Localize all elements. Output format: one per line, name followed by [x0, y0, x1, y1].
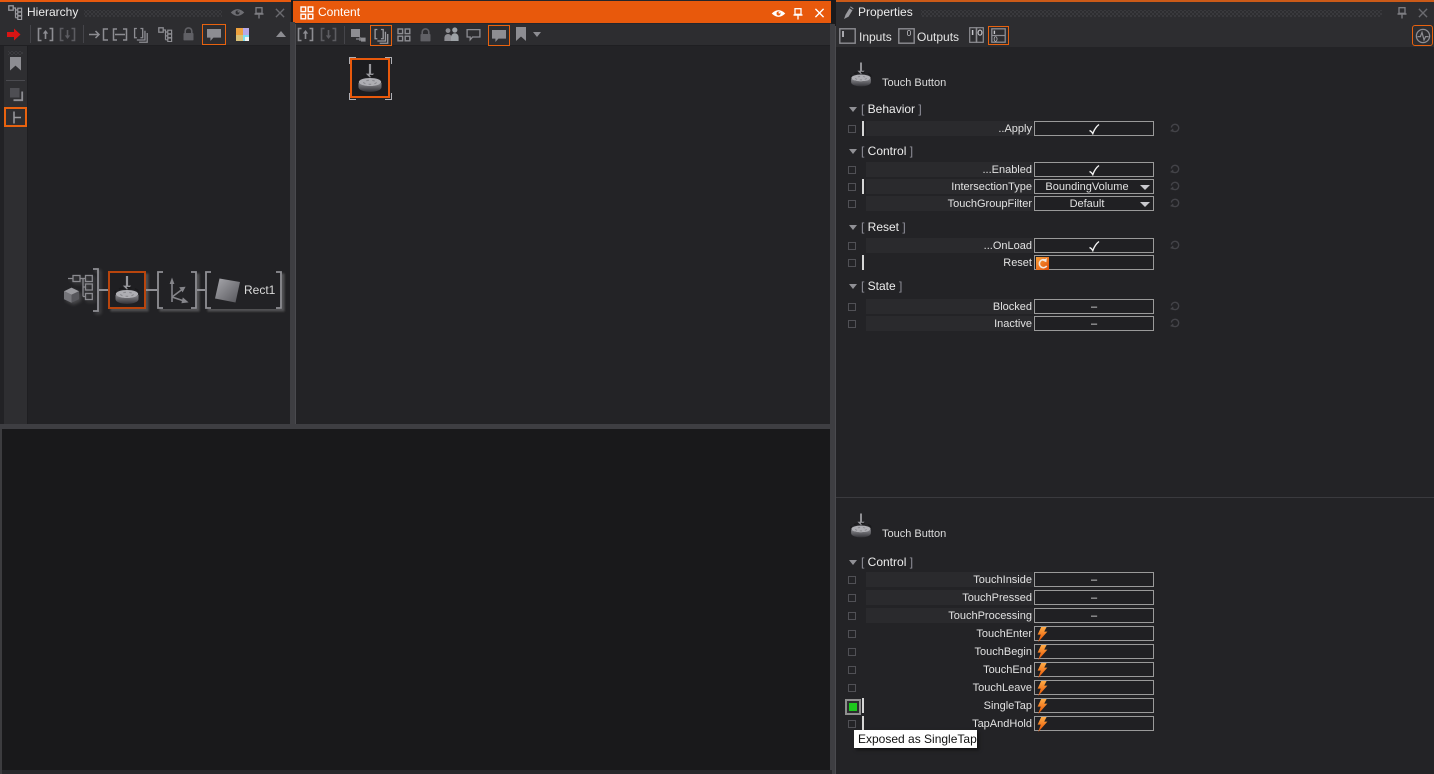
svg-text:0: 0: [907, 29, 912, 38]
svg-text:0: 0: [994, 34, 998, 43]
